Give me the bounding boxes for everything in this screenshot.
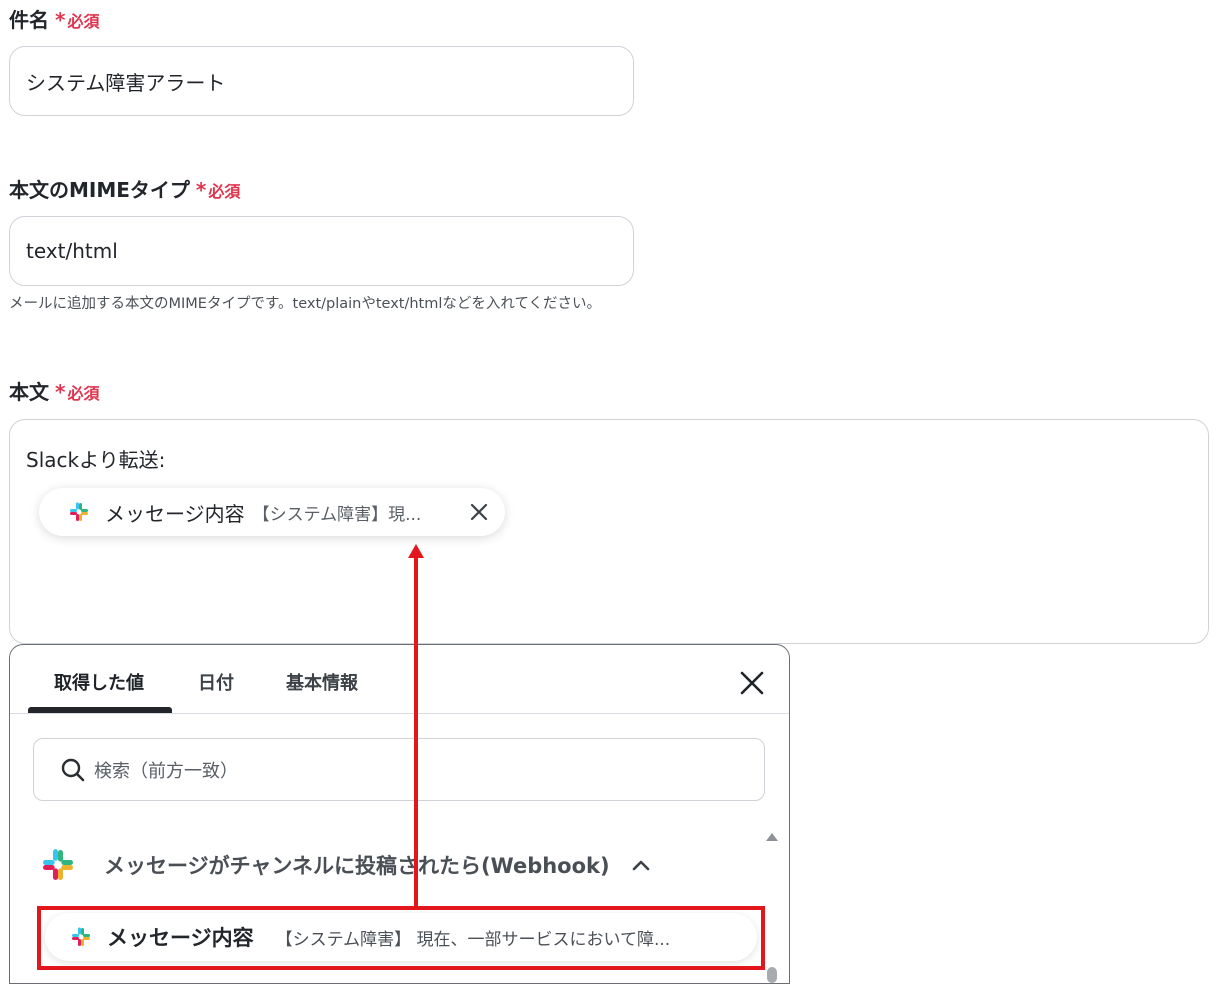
- active-tab-indicator: [28, 707, 172, 713]
- required-badge: * 必須: [55, 8, 100, 32]
- annotation-arrow-head: [408, 544, 424, 558]
- body-prefix-text: Slackより転送:: [26, 448, 166, 472]
- subject-label: 件名 * 必須: [9, 8, 100, 32]
- required-badge: * 必須: [195, 178, 241, 202]
- body-textarea[interactable]: Slackより転送: メッセージ内容 【システム障害】現...: [9, 419, 1209, 644]
- message-content-chip[interactable]: メッセージ内容 【システム障害】現...: [39, 488, 505, 536]
- required-badge: * 必須: [55, 380, 100, 404]
- tab-basic-info[interactable]: 基本情報: [286, 669, 358, 695]
- chip-value-preview: 【システム障害】現...: [252, 504, 422, 525]
- close-icon: [470, 503, 488, 521]
- mime-type-input[interactable]: text/html: [9, 216, 634, 286]
- scroll-up-arrow[interactable]: [766, 833, 778, 841]
- scrollbar-thumb[interactable]: [767, 967, 777, 983]
- chevron-up-icon[interactable]: [632, 859, 650, 871]
- search-placeholder: 検索（前方一致）: [94, 760, 238, 782]
- chip-label: メッセージ内容: [105, 501, 245, 526]
- search-icon: [61, 758, 85, 781]
- annotation-arrow-line: [414, 556, 418, 908]
- chip-remove-button[interactable]: [467, 500, 491, 524]
- slack-icon: [43, 849, 73, 880]
- mime-help-text: メールに追加する本文のMIMEタイプです。text/plainやtext/htm…: [9, 296, 602, 312]
- subject-input[interactable]: システム障害アラート: [9, 46, 634, 116]
- mime-label: 本文のMIMEタイプ * 必須: [9, 178, 241, 202]
- close-icon: [740, 671, 764, 695]
- tab-date[interactable]: 日付: [198, 669, 234, 695]
- highlight-box: [37, 906, 765, 970]
- body-label: 本文 * 必須: [9, 380, 100, 404]
- slack-trigger-group-header[interactable]: メッセージがチャンネルに投稿されたら(Webhook): [38, 845, 650, 885]
- slack-icon: [70, 502, 88, 521]
- search-input[interactable]: 検索（前方一致）: [33, 738, 765, 801]
- tab-acquired-values[interactable]: 取得した値: [54, 669, 144, 695]
- panel-close-button[interactable]: [738, 669, 766, 697]
- picker-tabs: 取得した値 日付 基本情報: [10, 645, 789, 714]
- group-title: メッセージがチャンネルに投稿されたら(Webhook): [104, 854, 610, 878]
